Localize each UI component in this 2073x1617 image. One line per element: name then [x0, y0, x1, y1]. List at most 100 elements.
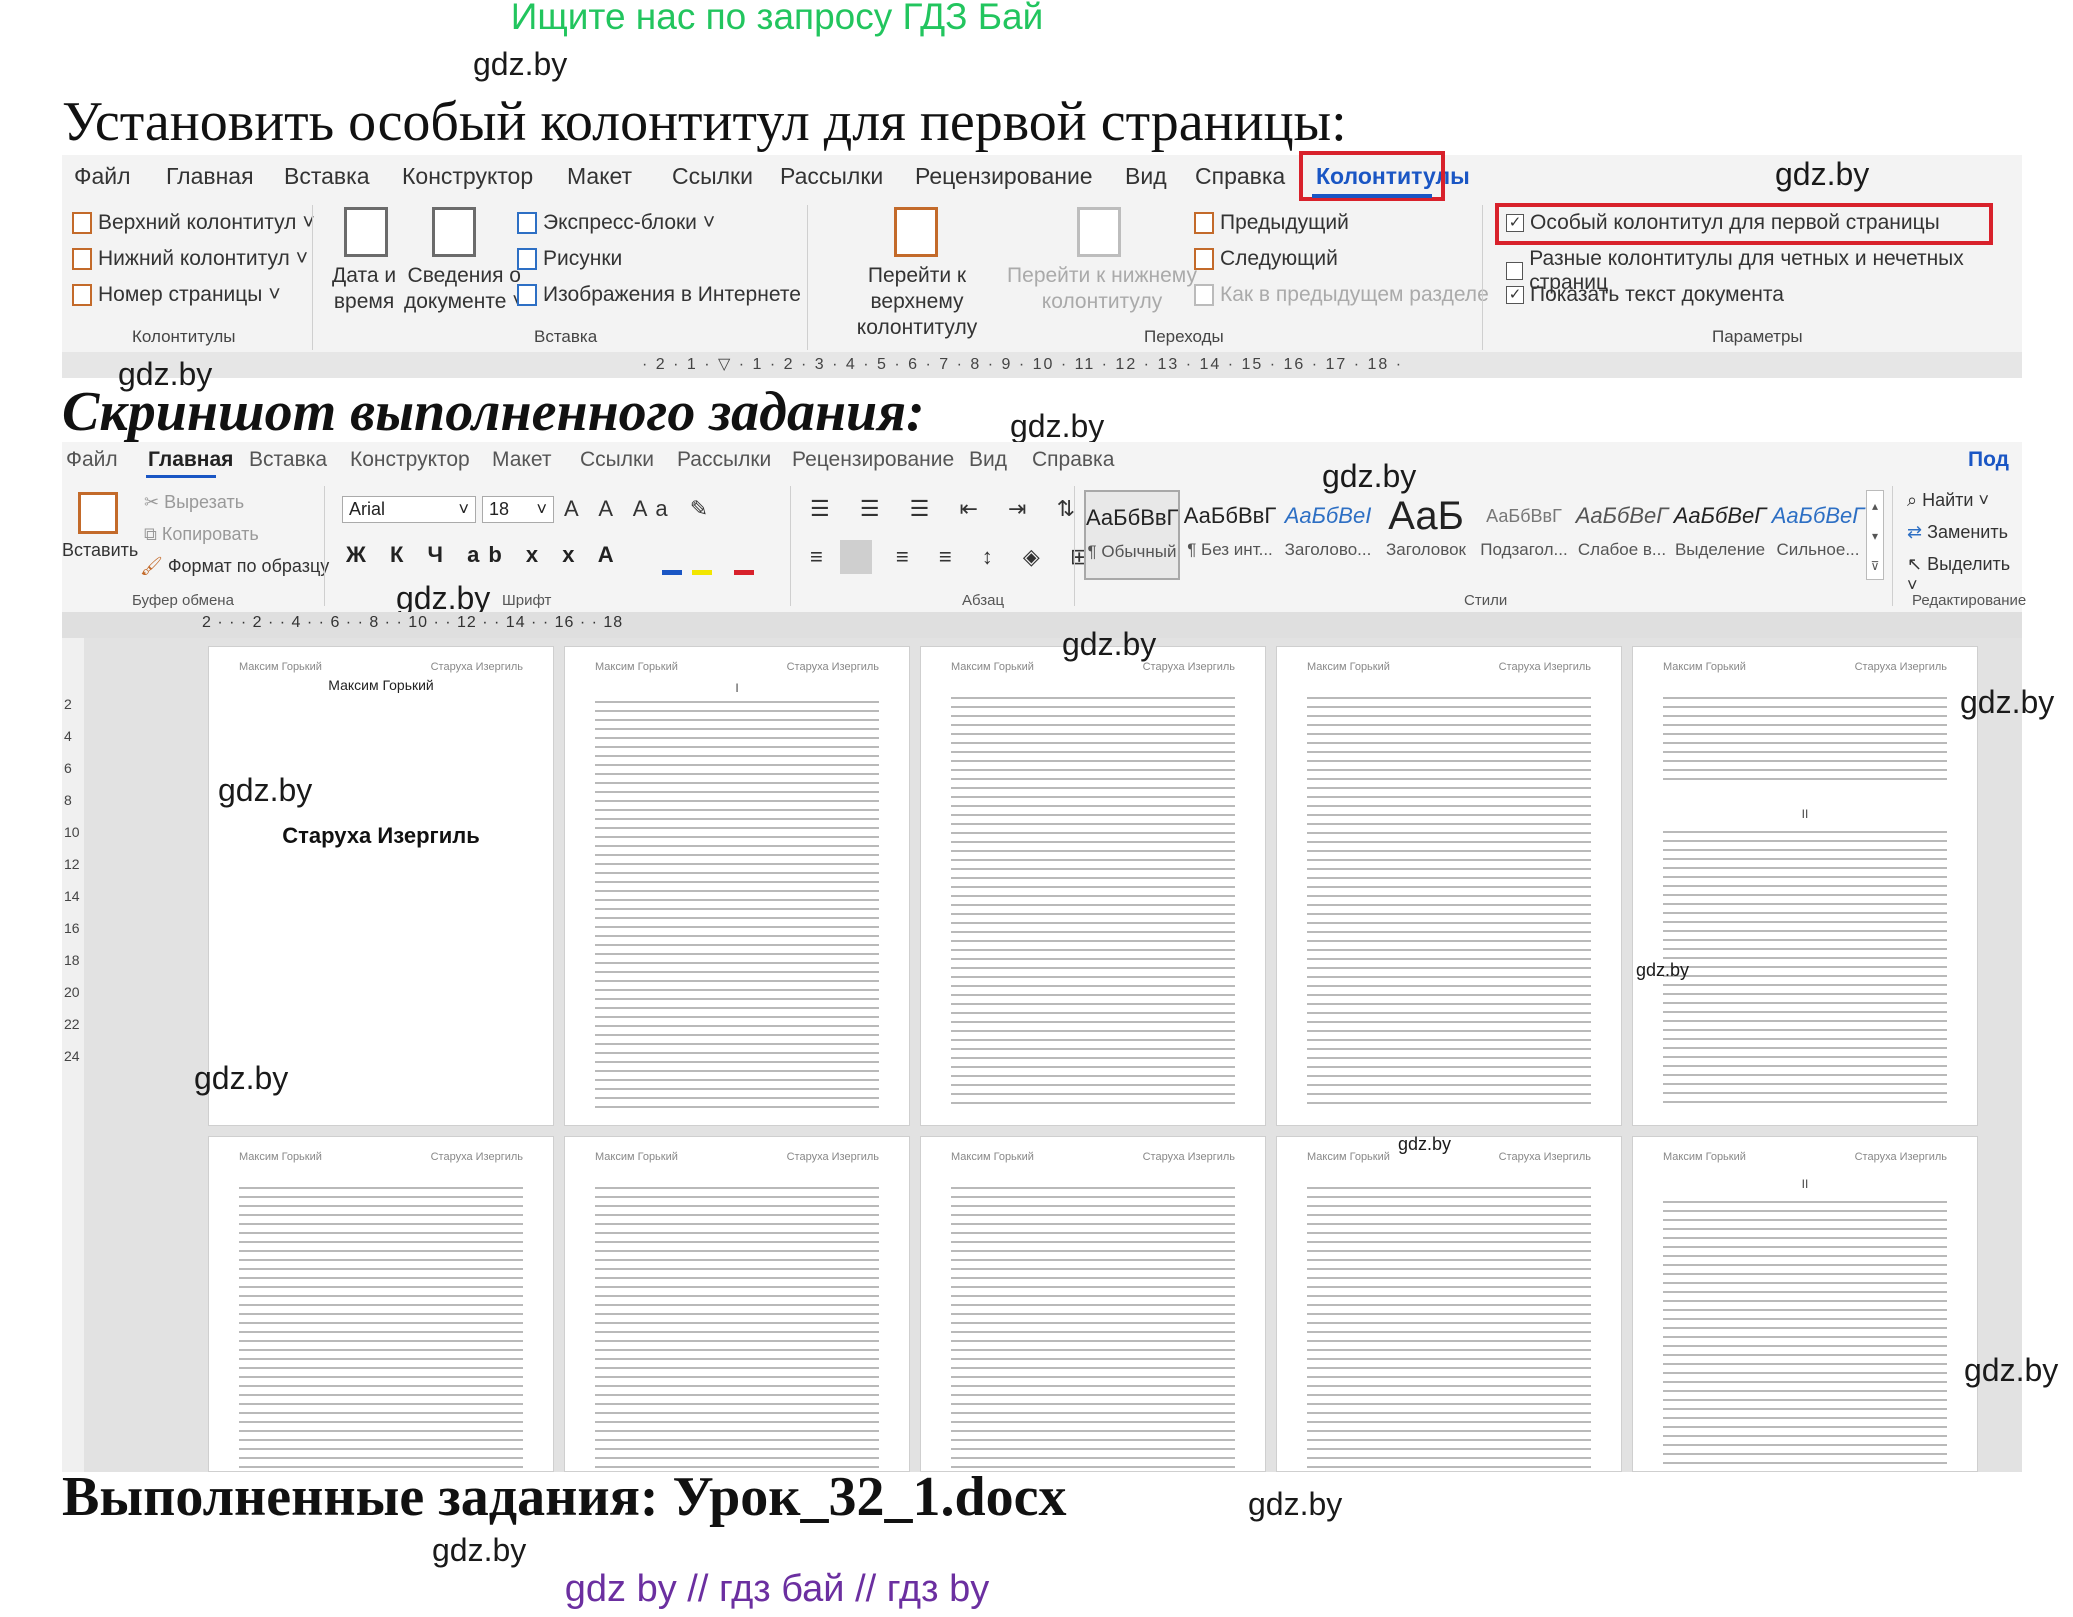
- tab-insert[interactable]: Вставка: [249, 448, 327, 472]
- style-normal[interactable]: АаБбВвГ ¶ Обычный: [1084, 490, 1180, 580]
- page-5[interactable]: Максим Горький Старуха Изергиль II: [1632, 646, 1978, 1126]
- style-heading-1[interactable]: АаБбВеI Заголово...: [1280, 490, 1376, 580]
- tab-references[interactable]: Ссылки: [672, 163, 753, 190]
- find-button[interactable]: ⌕ Найти ˅: [1907, 490, 1989, 511]
- group-label-clipboard: Буфер обмена: [132, 592, 234, 609]
- chevron-down-icon: ˅: [458, 499, 469, 519]
- tab-help[interactable]: Справка: [1195, 163, 1285, 190]
- grow-shrink-icons[interactable]: A A Aa ✎: [564, 496, 716, 522]
- link-previous-button[interactable]: Как в предыдущем разделе: [1194, 283, 1489, 307]
- tab-references[interactable]: Ссылки: [580, 448, 654, 472]
- tab-insert[interactable]: Вставка: [284, 163, 370, 190]
- document-info-button[interactable]: Сведения о документе ˅: [404, 263, 525, 315]
- active-tab-underline: [1312, 194, 1432, 198]
- page-9[interactable]: Максим Горький Старуха Изергиль: [1276, 1136, 1622, 1472]
- tab-review[interactable]: Рецензирование: [792, 448, 954, 472]
- show-doc-text-checkbox[interactable]: ✓ Показать текст документа: [1506, 283, 1784, 307]
- tab-view[interactable]: Вид: [969, 448, 1007, 472]
- align-left-active: [840, 540, 872, 574]
- watermark: gdz.by: [1960, 684, 2055, 720]
- list-icons[interactable]: ☰ ☰ ☰ ⇤ ⇥ ⇅ ¶: [810, 496, 1129, 522]
- quick-parts-button[interactable]: Экспресс-блоки ˅: [517, 211, 715, 235]
- tab-design[interactable]: Конструктор: [350, 448, 470, 472]
- header-button[interactable]: Верхний колонтитул ˅: [72, 211, 315, 235]
- tab-layout[interactable]: Макет: [492, 448, 551, 472]
- result-heading: Выполненные задания: Урок_32_1.docx: [62, 1466, 1067, 1528]
- font-size-select[interactable]: 18 ˅: [482, 496, 554, 523]
- style-no-spacing[interactable]: АаБбВвГ ¶ Без инт...: [1182, 490, 1278, 580]
- page-1[interactable]: Максим Горький Старуха Изергиль Максим Г…: [208, 646, 554, 1126]
- tab-file[interactable]: Файл: [66, 448, 118, 472]
- watermark: gdz.by: [1010, 408, 1105, 444]
- page-8[interactable]: Максим Горький Старуха Изергиль: [920, 1136, 1266, 1472]
- page-3[interactable]: Максим Горький Старуха Изергиль: [920, 646, 1266, 1126]
- watermark: gdz.by: [1398, 1134, 1452, 1154]
- page-10[interactable]: Максим Горький Старуха Изергиль II: [1632, 1136, 1978, 1472]
- cut-button[interactable]: ✂ Вырезать: [144, 492, 244, 513]
- page-header: Максим Горький Старуха Изергиль: [1307, 661, 1591, 673]
- pictures-button[interactable]: Рисунки: [517, 247, 622, 271]
- group-label-navigation: Переходы: [1144, 327, 1224, 346]
- copy-button[interactable]: ⧉ Копировать: [144, 524, 259, 545]
- tab-review[interactable]: Рецензирование: [915, 163, 1093, 190]
- select-button[interactable]: ↖ Выделить ˅: [1907, 554, 2022, 596]
- group-label-editing: Редактирование: [1912, 592, 2027, 609]
- tab-layout[interactable]: Макет: [567, 163, 632, 190]
- page-6[interactable]: Максим Горький Старуха Изергиль: [208, 1136, 554, 1472]
- page-body-text: [1663, 693, 1947, 785]
- watermark: gdz.by: [1775, 156, 1870, 192]
- text-effects-icon: [662, 570, 682, 575]
- share-button[interactable]: Под: [1968, 448, 2009, 472]
- pictures-icon: [517, 248, 537, 270]
- horizontal-ruler: 2 · · · 2 · · 4 · · 6 · · 8 · · 10 · · 1…: [62, 612, 2022, 638]
- divider: [324, 486, 325, 606]
- online-pictures-button[interactable]: Изображения в Интернете: [517, 283, 801, 307]
- styles-scroll[interactable]: ▴ ▾ ⊽: [1866, 490, 1884, 580]
- goto-footer-button[interactable]: Перейти к нижнему колонтитулу: [1007, 263, 1197, 315]
- footer-links[interactable]: gdz by // гдз бай // гдз by: [0, 1568, 1554, 1611]
- watermark: gdz.by: [1322, 458, 1417, 494]
- font-format-icons[interactable]: Ж К Ч ab x x A: [346, 542, 623, 568]
- style-subtle-emphasis[interactable]: АаБбВеГ Слабое в...: [1574, 490, 1670, 580]
- tab-mailings[interactable]: Рассылки: [677, 448, 771, 472]
- page-number-button[interactable]: Номер страницы ˅: [72, 283, 281, 307]
- next-button[interactable]: Следующий: [1194, 247, 1338, 271]
- tab-file[interactable]: Файл: [74, 163, 131, 190]
- different-first-page-checkbox[interactable]: ✓ Особый колонтитул для первой страницы: [1506, 211, 1940, 235]
- chevron-down-icon: ˅: [268, 283, 281, 306]
- page-7[interactable]: Максим Горький Старуха Изергиль: [564, 1136, 910, 1472]
- goto-header-button[interactable]: Перейти к верхнему колонтитулу: [822, 263, 1012, 341]
- footer-button[interactable]: Нижний колонтитул ˅: [72, 247, 308, 271]
- style-title[interactable]: АаБ Заголовок: [1378, 490, 1474, 580]
- font-name-select[interactable]: Arial ˅: [342, 496, 476, 523]
- tab-home[interactable]: Главная: [166, 163, 254, 190]
- previous-button[interactable]: Предыдущий: [1194, 211, 1349, 235]
- style-emphasis[interactable]: АаБбВеГ Выделение: [1672, 490, 1768, 580]
- style-subtitle[interactable]: АаБбВвГ Подзагол...: [1476, 490, 1572, 580]
- group-label-insert: Вставка: [534, 327, 598, 346]
- page-header: Максим Горький Старуха Изергиль: [239, 1151, 523, 1163]
- date-time-button[interactable]: Дата и время: [332, 263, 396, 315]
- watermark: gdz.by: [1964, 1352, 2059, 1388]
- page-body-text: [1307, 693, 1591, 1109]
- checkbox-empty-icon: [1506, 262, 1524, 280]
- format-painter-button[interactable]: 🖌 Формат по образцу: [140, 556, 329, 577]
- brush-icon: 🖌: [140, 556, 168, 576]
- tab-mailings[interactable]: Рассылки: [780, 163, 883, 190]
- page-header: Максим Горький Старуха Изергиль: [595, 661, 879, 673]
- group-label-font: Шрифт: [502, 592, 552, 609]
- replace-button[interactable]: ⇄ Заменить: [1907, 522, 2008, 543]
- tab-design[interactable]: Конструктор: [402, 163, 533, 190]
- document-info-icon: [432, 207, 476, 257]
- tab-home[interactable]: Главная: [148, 448, 233, 472]
- link-icon: [1194, 284, 1214, 306]
- page-2[interactable]: Максим Горький Старуха Изергиль I: [564, 646, 910, 1126]
- watermark: gdz.by: [1248, 1486, 1343, 1522]
- active-tab-underline: [146, 475, 216, 478]
- page-4[interactable]: Максим Горький Старуха Изергиль: [1276, 646, 1622, 1126]
- paste-button[interactable]: Вставить: [62, 540, 138, 561]
- divider: [1482, 205, 1483, 350]
- style-intense-emphasis[interactable]: АаБбВеГ Сильное...: [1770, 490, 1866, 580]
- tab-help[interactable]: Справка: [1032, 448, 1114, 472]
- tab-view[interactable]: Вид: [1125, 163, 1167, 190]
